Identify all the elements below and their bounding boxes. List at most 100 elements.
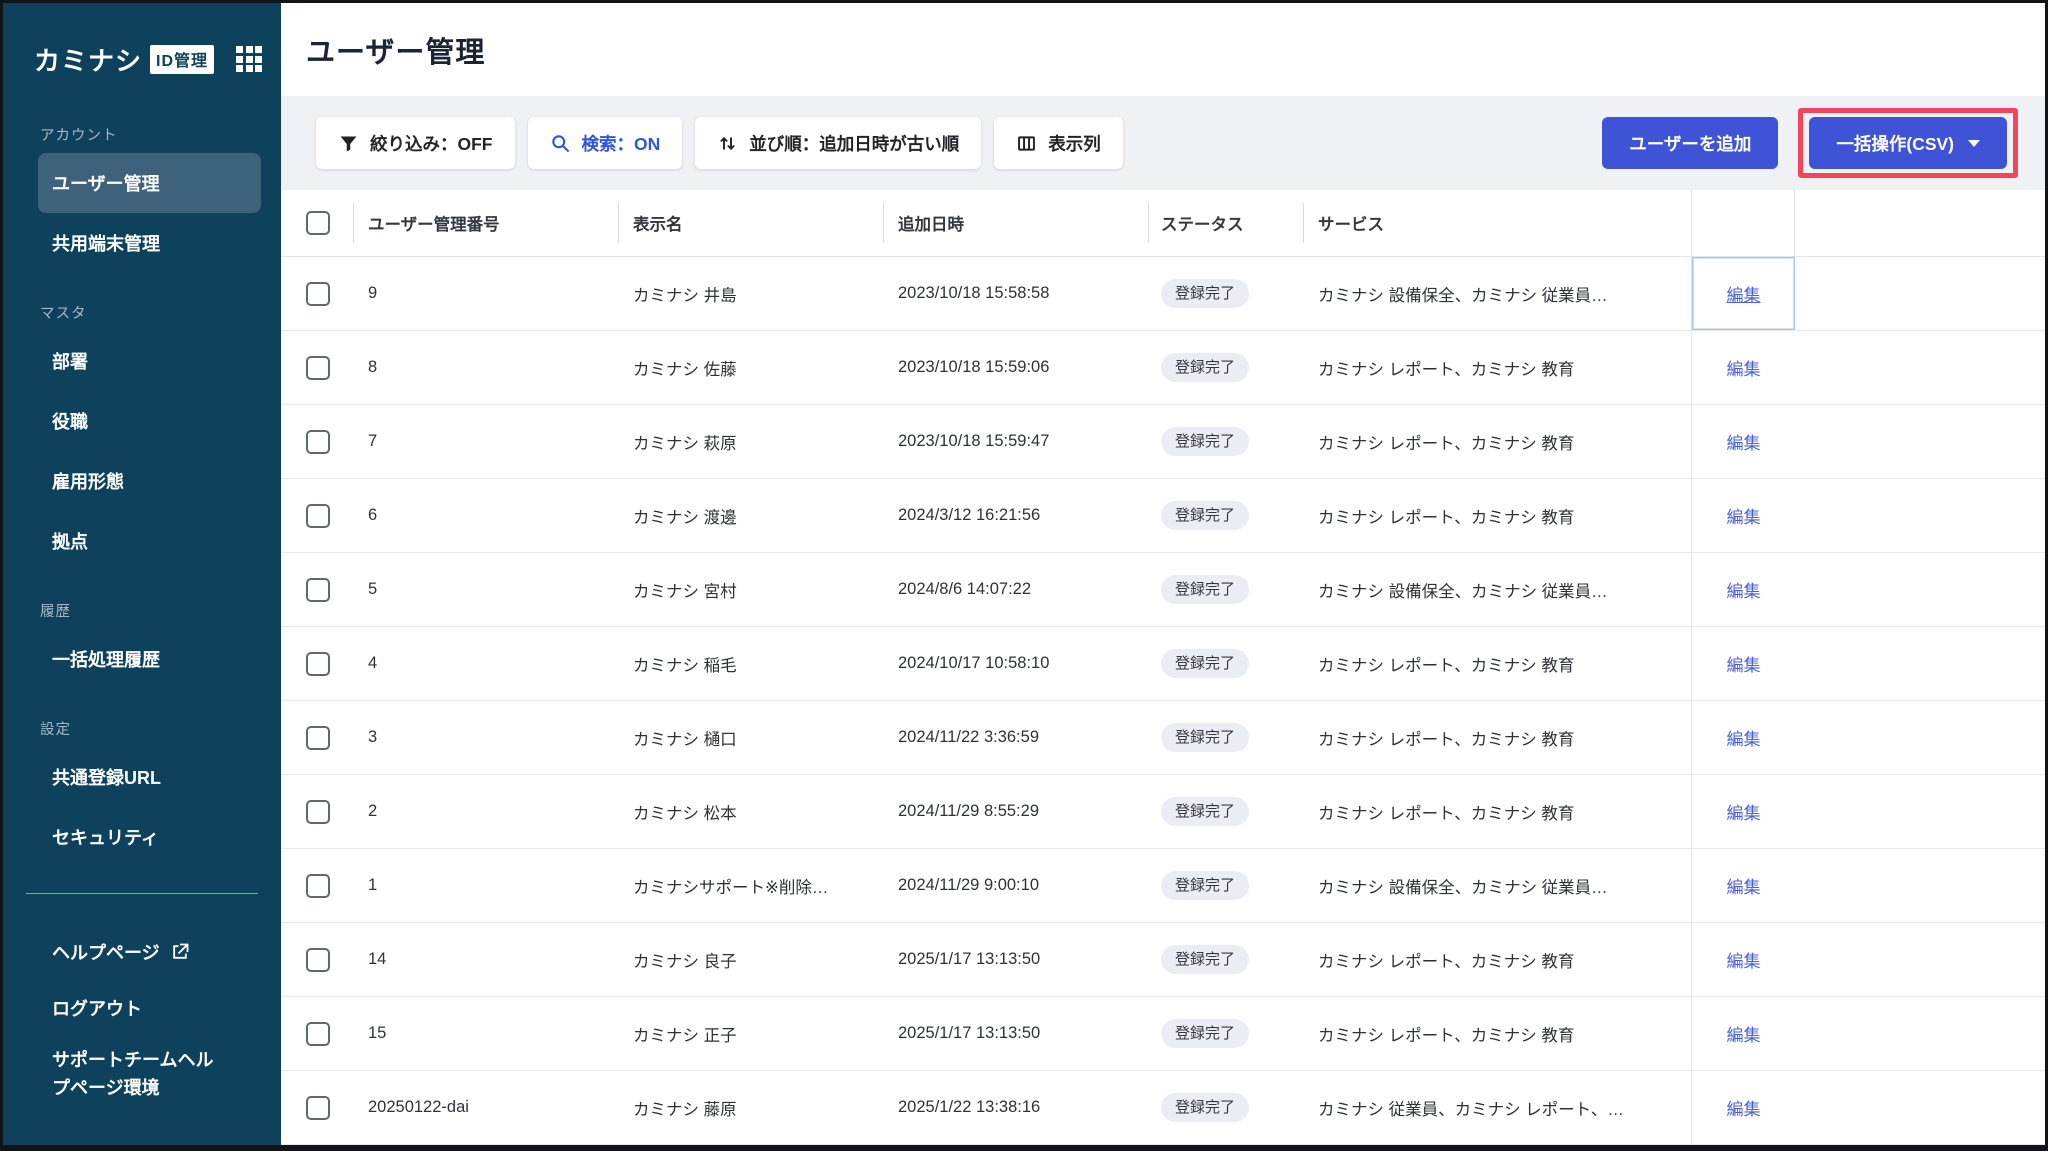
row-checkbox[interactable] bbox=[306, 1095, 330, 1120]
cell-status: 登録完了 bbox=[1148, 701, 1303, 774]
cell-select bbox=[281, 405, 353, 478]
sidebar-item-security[interactable]: セキュリティ bbox=[38, 807, 261, 867]
cell-added-at: 2024/11/29 9:00:10 bbox=[898, 876, 1039, 894]
cell-select bbox=[281, 257, 353, 330]
sidebar-item-bulk-history[interactable]: 一括処理履歴 bbox=[38, 629, 261, 689]
cell-display-name: カミナシ 正子 bbox=[633, 1026, 737, 1045]
cell-added-at: 2023/10/18 15:58:58 bbox=[898, 284, 1050, 302]
edit-link[interactable]: 編集 bbox=[1727, 725, 1761, 750]
cell-edit: 編集 bbox=[1691, 257, 1795, 330]
sort-icon bbox=[720, 136, 735, 150]
cell-services: カミナシ 設備保全、カミナシ 従業員… bbox=[1318, 286, 1608, 305]
row-checkbox[interactable] bbox=[306, 947, 330, 972]
cell-filler bbox=[1795, 331, 2045, 404]
cell-status: 登録完了 bbox=[1148, 405, 1303, 478]
sidebar-item-shared-devices[interactable]: 共用端末管理 bbox=[38, 213, 261, 273]
cell-status: 登録完了 bbox=[1148, 997, 1303, 1070]
status-badge: 登録完了 bbox=[1161, 649, 1250, 678]
sidebar-item-positions[interactable]: 役職 bbox=[38, 391, 261, 451]
edit-link[interactable]: 編集 bbox=[1727, 281, 1761, 306]
cell-filler bbox=[1795, 1071, 2045, 1144]
sidebar-item-locations[interactable]: 拠点 bbox=[38, 511, 261, 571]
sidebar-item-employment-types[interactable]: 雇用形態 bbox=[38, 451, 261, 511]
row-checkbox[interactable] bbox=[306, 577, 330, 602]
cell-filler bbox=[1795, 405, 2045, 478]
row-checkbox[interactable] bbox=[306, 799, 330, 824]
cell-select bbox=[281, 849, 353, 922]
row-checkbox[interactable] bbox=[306, 873, 330, 898]
edit-link[interactable]: 編集 bbox=[1727, 873, 1761, 898]
table-row: 3 カミナシ 樋口 2024/11/22 3:36:59 登録完了 カミナシ レ… bbox=[281, 701, 2045, 775]
cell-user-id: 14 bbox=[368, 950, 387, 968]
edit-link[interactable]: 編集 bbox=[1727, 503, 1761, 528]
table-row: 1 カミナシサポート※削除… 2024/11/29 9:00:10 登録完了 カ… bbox=[281, 849, 2045, 923]
cell-status: 登録完了 bbox=[1148, 775, 1303, 848]
edit-link[interactable]: 編集 bbox=[1727, 651, 1761, 676]
edit-link[interactable]: 編集 bbox=[1727, 577, 1761, 602]
edit-link[interactable]: 編集 bbox=[1727, 1021, 1761, 1046]
bulk-csv-button-label: 一括操作(CSV) bbox=[1836, 133, 1954, 154]
support-env-label: サポートチームヘルプページ環境 bbox=[52, 1050, 214, 1098]
table-row: 14 カミナシ 良子 2025/1/17 13:13:50 登録完了 カミナシ … bbox=[281, 923, 2045, 997]
sort-button[interactable]: 並び順：追加日時が古い順 bbox=[695, 117, 982, 169]
row-checkbox[interactable] bbox=[306, 281, 330, 306]
table-row: 15 カミナシ 正子 2025/1/17 13:13:50 登録完了 カミナシ … bbox=[281, 997, 2045, 1071]
edit-link[interactable]: 編集 bbox=[1727, 947, 1761, 972]
cell-status: 登録完了 bbox=[1148, 553, 1303, 626]
search-button[interactable]: 検索：ON bbox=[527, 117, 683, 169]
row-checkbox[interactable] bbox=[306, 503, 330, 528]
row-checkbox[interactable] bbox=[306, 1021, 330, 1046]
status-badge: 登録完了 bbox=[1161, 279, 1250, 308]
row-checkbox[interactable] bbox=[306, 355, 330, 380]
cell-filler bbox=[1795, 849, 2045, 922]
cell-display-name: カミナシ 稲毛 bbox=[633, 656, 737, 675]
sidebar-item-user-management[interactable]: ユーザー管理 bbox=[38, 153, 261, 213]
annotation-highlight: 一括操作(CSV) bbox=[1798, 108, 2018, 178]
cell-services: カミナシ 従業員、カミナシ レポート、… bbox=[1318, 1100, 1624, 1119]
sidebar-item-common-registration-url[interactable]: 共通登録URL bbox=[38, 747, 261, 807]
cell-added-at: 2025/1/22 13:38:16 bbox=[898, 1098, 1041, 1116]
apps-grid-icon[interactable] bbox=[236, 46, 263, 72]
cell-select bbox=[281, 701, 353, 774]
cell-status: 登録完了 bbox=[1148, 257, 1303, 330]
page-title: ユーザー管理 bbox=[306, 36, 486, 69]
edit-link[interactable]: 編集 bbox=[1727, 429, 1761, 454]
toolbar: 絞り込み：OFF 検索：ON 並び順：追加日時が古い順 表示列 ユーザーを追加 bbox=[281, 96, 2045, 190]
row-checkbox[interactable] bbox=[306, 725, 330, 750]
cell-status: 登録完了 bbox=[1148, 1071, 1303, 1144]
header-cell-filler bbox=[1795, 190, 2045, 256]
select-all-checkbox[interactable] bbox=[306, 211, 330, 235]
filter-button[interactable]: 絞り込み：OFF bbox=[316, 117, 515, 169]
cell-services: カミナシ レポート、カミナシ 教育 bbox=[1318, 434, 1575, 453]
cell-display-name: カミナシサポート※削除… bbox=[633, 878, 829, 897]
cell-edit: 編集 bbox=[1691, 331, 1795, 404]
cell-display-name: カミナシ 井島 bbox=[633, 286, 737, 305]
sidebar-item-support-env[interactable]: サポートチームヘルプページ環境 bbox=[38, 1036, 261, 1112]
cell-status: 登録完了 bbox=[1148, 479, 1303, 552]
sidebar-item-logout[interactable]: ログアウト bbox=[38, 980, 261, 1036]
table-body: 9 カミナシ 井島 2023/10/18 15:58:58 登録完了 カミナシ … bbox=[281, 257, 2045, 1145]
columns-button[interactable]: 表示列 bbox=[994, 117, 1123, 169]
main-content: ユーザー管理 絞り込み：OFF 検索：ON 並び順：追加日時が古い順 表示列 ユ… bbox=[281, 3, 2045, 1145]
cell-select bbox=[281, 923, 353, 996]
bulk-csv-button[interactable]: 一括操作(CSV) bbox=[1809, 117, 2007, 169]
status-badge: 登録完了 bbox=[1161, 353, 1250, 382]
sidebar-item-departments[interactable]: 部署 bbox=[38, 331, 261, 391]
cell-services: カミナシ レポート、カミナシ 教育 bbox=[1318, 508, 1575, 527]
sidebar-item-help-page[interactable]: ヘルプページ bbox=[38, 924, 261, 980]
sidebar: カミナシ ID管理 アカウント ユーザー管理 共用端末管理 マスタ 部署 役職 … bbox=[3, 3, 281, 1145]
edit-link[interactable]: 編集 bbox=[1727, 355, 1761, 380]
chevron-down-icon bbox=[1968, 139, 1980, 147]
status-badge: 登録完了 bbox=[1161, 501, 1250, 530]
cell-display-name: カミナシ 佐藤 bbox=[633, 360, 737, 379]
cell-select bbox=[281, 775, 353, 848]
row-checkbox[interactable] bbox=[306, 429, 330, 454]
add-user-button[interactable]: ユーザーを追加 bbox=[1602, 117, 1779, 169]
row-checkbox[interactable] bbox=[306, 651, 330, 676]
edit-link[interactable]: 編集 bbox=[1727, 1095, 1761, 1120]
cell-user-id: 2 bbox=[368, 802, 378, 820]
edit-link[interactable]: 編集 bbox=[1727, 799, 1761, 824]
table-row: 20250122-dai カミナシ 藤原 2025/1/22 13:38:16 … bbox=[281, 1071, 2045, 1145]
cell-edit: 編集 bbox=[1691, 849, 1795, 922]
cell-added-at: 2024/11/29 8:55:29 bbox=[898, 802, 1039, 820]
